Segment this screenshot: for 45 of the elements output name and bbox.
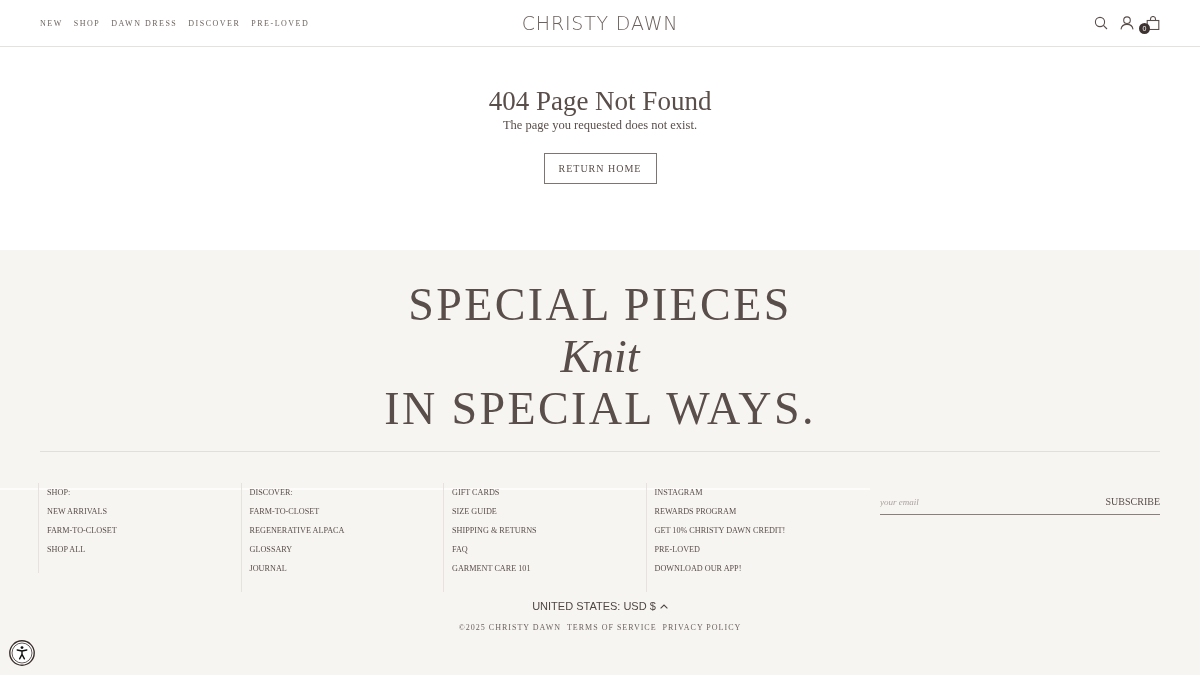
- footer-link[interactable]: GIFT CARDS: [452, 483, 500, 502]
- chevron-up-icon: [659, 603, 668, 609]
- footer-link[interactable]: DOWNLOAD OUR APP!: [654, 559, 742, 578]
- legal-link[interactable]: TERMS OF SERVICE: [567, 623, 657, 632]
- headline-line: IN SPECIAL WAYS.: [384, 383, 816, 435]
- brand-logo[interactable]: CHRISTY DAWN: [521, 12, 679, 34]
- footer-link[interactable]: PRE-LOVED: [654, 540, 700, 559]
- footer-link[interactable]: GARMENT CARE 101: [452, 559, 531, 578]
- footer-link[interactable]: REGENERATIVE ALPACA: [249, 521, 345, 540]
- footer-link[interactable]: DISCOVER:: [249, 483, 293, 502]
- nav-link[interactable]: PRE-LOVED: [251, 18, 310, 28]
- accessibility-button[interactable]: [9, 640, 35, 666]
- account-button[interactable]: [1120, 16, 1134, 30]
- footer-link[interactable]: FAQ: [452, 540, 468, 559]
- nav-link[interactable]: DISCOVER: [188, 18, 241, 28]
- email-field[interactable]: your email: [880, 489, 1106, 515]
- shopping-bag-icon: [1146, 16, 1160, 30]
- footer-link[interactable]: SHOP ALL: [47, 540, 86, 559]
- headline-line: Knit: [560, 331, 640, 383]
- footer-link[interactable]: SHOP:: [47, 483, 71, 502]
- footer-link[interactable]: SHIPPING & RETURNS: [452, 521, 537, 540]
- footer-link[interactable]: FARM-TO-CLOSET: [47, 521, 117, 540]
- footer-link[interactable]: GLOSSARY: [249, 540, 293, 559]
- nav-link[interactable]: NEW: [40, 18, 63, 28]
- copyright-text: ©2025 CHRISTY DAWN: [458, 623, 561, 632]
- page-title: 404 Page Not Found: [488, 85, 712, 117]
- search-button[interactable]: [1094, 16, 1108, 30]
- currency-selector[interactable]: UNITED STATES: USD $: [532, 600, 668, 612]
- legal-link[interactable]: PRIVACY POLICY: [662, 623, 742, 632]
- footer-link[interactable]: FARM-TO-CLOSET: [249, 502, 320, 521]
- return-home-button[interactable]: RETURN HOME: [543, 153, 657, 184]
- error-message: The page you requested does not exist.: [502, 117, 697, 133]
- subscribe-button[interactable]: SUBSCRIBE: [1105, 489, 1160, 515]
- nav-link[interactable]: DAWN DRESS: [111, 18, 178, 28]
- footer-link[interactable]: NEW ARRIVALS: [47, 502, 107, 521]
- nav-link[interactable]: SHOP: [73, 18, 101, 28]
- search-icon: [1094, 16, 1108, 30]
- footer-link[interactable]: JOURNAL: [249, 559, 287, 578]
- headline-line: SPECIAL PIECES: [408, 279, 792, 331]
- accessibility-icon: [9, 640, 35, 666]
- footer-link[interactable]: GET 10% CHRISTY DAWN CREDIT!: [654, 521, 786, 540]
- user-icon: [1120, 16, 1134, 30]
- footer-link[interactable]: REWARDS PROGRAM: [654, 502, 737, 521]
- footer-link[interactable]: SIZE GUIDE: [452, 502, 497, 521]
- footer-link[interactable]: INSTAGRAM: [654, 483, 703, 502]
